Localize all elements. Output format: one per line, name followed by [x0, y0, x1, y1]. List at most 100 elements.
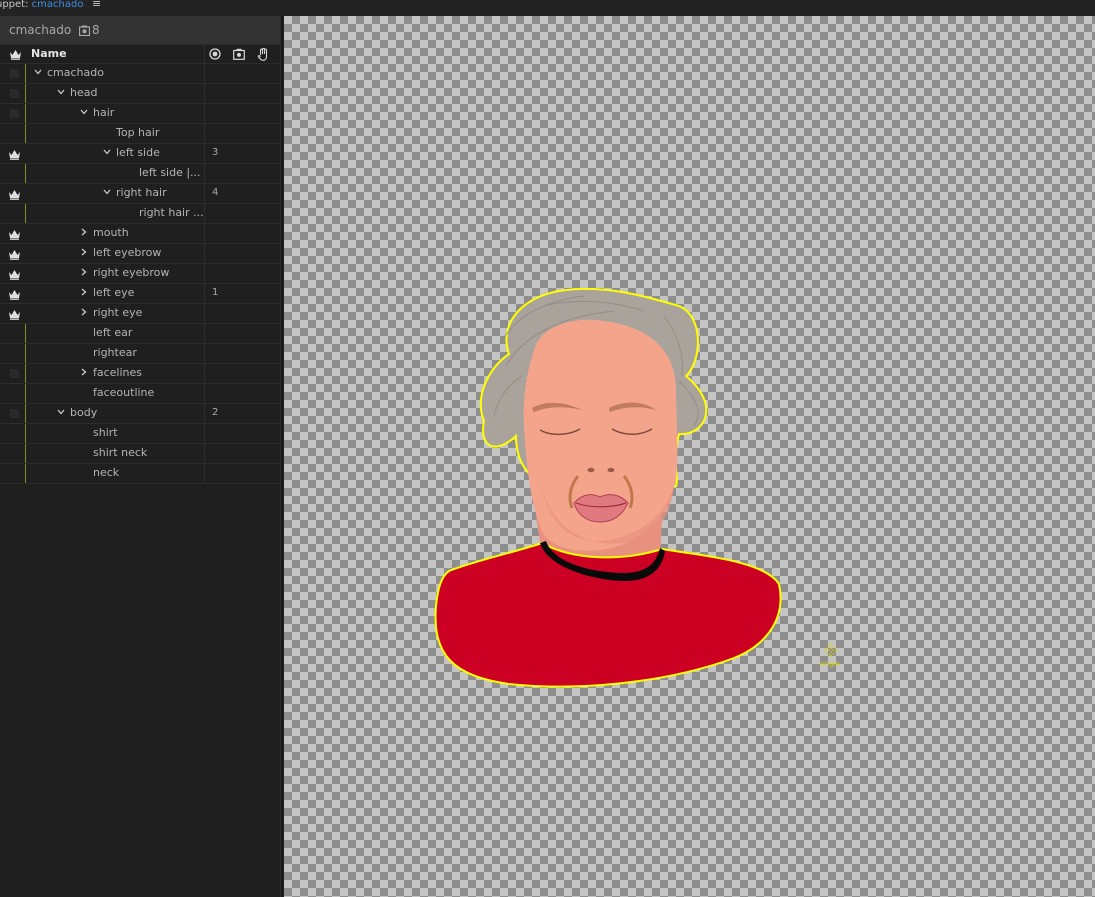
origin-label: origin	[820, 660, 840, 668]
layer-name: left side	[116, 146, 160, 159]
layer-name: facelines	[93, 366, 143, 379]
layer-row[interactable]: body 2	[0, 404, 280, 424]
crown-toggle[interactable]	[0, 304, 26, 322]
chevron-right-icon[interactable]	[79, 244, 89, 262]
crown-toggle[interactable]	[0, 124, 26, 142]
chevron-right-icon[interactable]	[79, 304, 89, 322]
layer-row[interactable]: hair	[0, 104, 280, 124]
camera-column-icon[interactable]	[233, 48, 245, 60]
chevron-down-icon[interactable]	[79, 104, 89, 122]
layer-row[interactable]: rightear	[0, 344, 280, 364]
crown-toggle[interactable]	[0, 324, 26, 342]
crown-toggle[interactable]	[0, 344, 26, 362]
layer-row[interactable]: facelines	[0, 364, 280, 384]
group-marker-icon	[10, 89, 19, 98]
top-bar: uppet: cmachado ≡	[0, 0, 1095, 16]
column-name-header[interactable]: Name	[31, 45, 67, 63]
layer-name: rightear	[93, 346, 137, 359]
layer-name: faceoutline	[93, 386, 155, 399]
crown-toggle[interactable]	[0, 104, 26, 122]
layer-row[interactable]: neck	[0, 464, 280, 484]
hand-column-icon[interactable]	[257, 48, 269, 61]
crown-toggle[interactable]	[0, 164, 26, 182]
panel-header: cmachado 8	[0, 16, 280, 45]
tag-count: 3	[212, 147, 219, 158]
panel-menu-icon[interactable]: ≡	[92, 0, 101, 9]
layer-name: left eye	[93, 286, 135, 299]
layer-name: cmachado	[47, 66, 104, 79]
layer-row[interactable]: cmachado	[0, 64, 280, 84]
puppet-behavior-icon	[78, 25, 91, 37]
layer-row[interactable]: right hair ...	[0, 204, 280, 224]
layer-name: right hair	[116, 186, 167, 199]
crown-column-icon[interactable]	[9, 49, 22, 60]
chevron-down-icon[interactable]	[56, 404, 66, 422]
crown-toggle[interactable]	[0, 184, 26, 202]
crown-toggle[interactable]	[0, 204, 26, 222]
layer-name: shirt	[93, 426, 118, 439]
layer-row[interactable]: mouth	[0, 224, 280, 244]
crown-toggle[interactable]	[0, 244, 26, 262]
layer-name: body	[70, 406, 98, 419]
layer-name: hair	[93, 106, 115, 119]
shirt-shape	[434, 541, 782, 688]
layer-name: right eyebrow	[93, 266, 170, 279]
crown-toggle[interactable]	[0, 384, 26, 402]
record-column-icon[interactable]	[209, 48, 221, 60]
chevron-right-icon[interactable]	[79, 264, 89, 282]
chevron-right-icon[interactable]	[79, 364, 89, 382]
layer-row[interactable]: Top hair	[0, 124, 280, 144]
layer-row[interactable]: right hair 4	[0, 184, 280, 204]
tag-count: 4	[212, 187, 219, 198]
layer-row[interactable]: left eyebrow	[0, 244, 280, 264]
chevron-down-icon[interactable]	[33, 64, 43, 82]
crown-toggle[interactable]	[0, 284, 26, 302]
chevron-right-icon[interactable]	[79, 224, 89, 242]
crown-toggle[interactable]	[0, 84, 26, 102]
layer-name: head	[70, 86, 98, 99]
layer-name: Top hair	[116, 126, 160, 139]
crown-toggle[interactable]	[0, 404, 26, 422]
layer-row[interactable]: right eye	[0, 304, 280, 324]
layer-row[interactable]: left eye 1	[0, 284, 280, 304]
puppet-name-link[interactable]: cmachado	[32, 0, 84, 10]
origin-marker	[824, 643, 838, 657]
layer-row[interactable]: shirt neck	[0, 444, 280, 464]
panel-title: cmachado	[9, 23, 72, 37]
puppet-label: uppet: cmachado	[0, 0, 84, 10]
group-marker-icon	[10, 409, 19, 418]
layer-name: left eyebrow	[93, 246, 162, 259]
crown-toggle[interactable]	[0, 144, 26, 162]
layer-row[interactable]: left ear	[0, 324, 280, 344]
puppet-panel: cmachado 8 Name cmachado head hair Top hair…	[0, 16, 281, 897]
crown-toggle[interactable]	[0, 264, 26, 282]
layer-row[interactable]: right eyebrow	[0, 264, 280, 284]
crown-toggle[interactable]	[0, 364, 26, 382]
layer-row[interactable]: left side 3	[0, 144, 280, 164]
chevron-down-icon[interactable]	[102, 144, 112, 162]
scene-canvas[interactable]: origin	[284, 16, 1095, 897]
layer-name: left ear	[93, 326, 133, 339]
chevron-down-icon[interactable]	[102, 184, 112, 202]
layer-row[interactable]: shirt	[0, 424, 280, 444]
puppet-artwork[interactable]	[284, 16, 1095, 897]
layer-name: shirt neck	[93, 446, 148, 459]
crown-toggle[interactable]	[0, 464, 26, 482]
chevron-right-icon[interactable]	[79, 284, 89, 302]
column-header-row: Name	[0, 45, 280, 64]
layer-row[interactable]: left side |...	[0, 164, 280, 184]
crown-toggle[interactable]	[0, 444, 26, 462]
layer-name: mouth	[93, 226, 129, 239]
crown-toggle[interactable]	[0, 64, 26, 82]
crown-toggle[interactable]	[0, 224, 26, 242]
behavior-count-value: 8	[92, 23, 100, 37]
group-marker-icon	[10, 69, 19, 78]
layer-name: neck	[93, 466, 120, 479]
crown-toggle[interactable]	[0, 424, 26, 442]
layer-row[interactable]: head	[0, 84, 280, 104]
chevron-down-icon[interactable]	[56, 84, 66, 102]
tag-count: 2	[212, 407, 219, 418]
tag-count: 1	[212, 287, 219, 298]
layer-row[interactable]: faceoutline	[0, 384, 280, 404]
behavior-count: 8	[78, 23, 100, 37]
